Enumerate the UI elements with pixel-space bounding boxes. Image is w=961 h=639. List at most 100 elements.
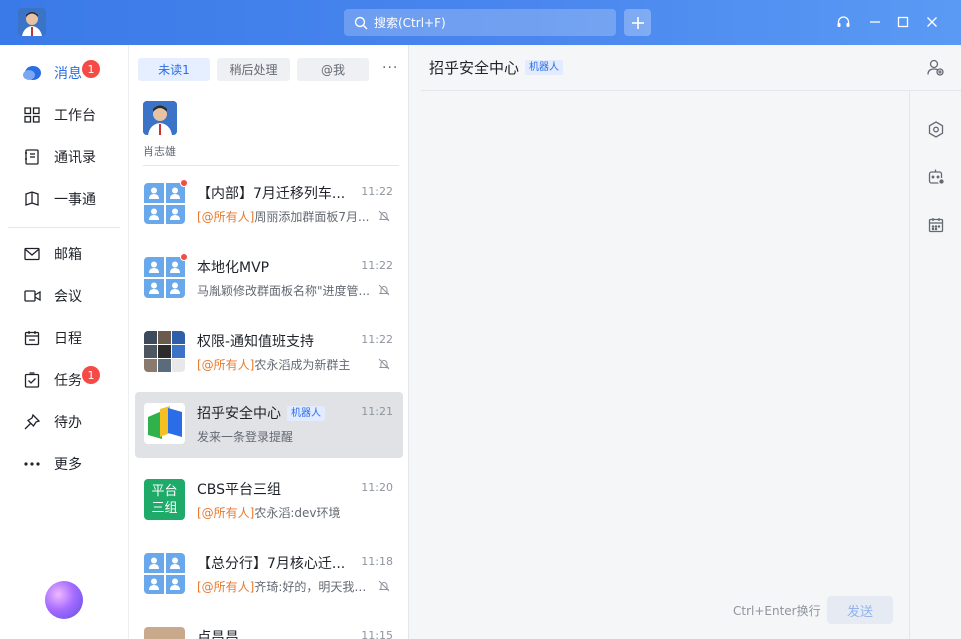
send-button[interactable]: 发送 <box>827 596 893 624</box>
filter-later[interactable]: 稍后处理 <box>217 58 290 81</box>
more-options-icon[interactable]: ··· <box>382 60 398 76</box>
input-hint: Ctrl+Enter换行 <box>733 604 821 618</box>
user-avatar[interactable] <box>18 8 46 36</box>
unread-dot <box>180 253 188 261</box>
mail-icon <box>22 244 42 264</box>
conversation-name: 招乎安全中心 机器人 <box>197 403 365 423</box>
ai-assistant-icon[interactable] <box>45 581 83 619</box>
conversation-item[interactable]: 【总分行】7月核心迁... 11:18 [@所有人]齐琦:好的，明天我们... <box>135 542 403 608</box>
maximize-button[interactable] <box>893 12 913 32</box>
bot-settings-icon[interactable] <box>926 167 946 187</box>
more-dots-icon <box>22 454 42 474</box>
sidebar-item-label: 工作台 <box>54 108 96 124</box>
group-photo-avatar <box>144 331 185 372</box>
checklist-icon <box>22 370 42 390</box>
mention-tag: [@所有人] <box>197 580 255 594</box>
sidebar-item-label: 日程 <box>54 331 82 347</box>
unread-badge: 1 <box>82 60 100 78</box>
pinned-contact[interactable]: 肖志雄 <box>143 101 183 159</box>
conversation-name: 【总分行】7月核心迁... <box>197 556 346 572</box>
calendar-icon[interactable] <box>926 215 946 235</box>
conversation-item[interactable]: 权限-通知值班支持 11:22 [@所有人]农永滔成为新群主 <box>135 320 403 386</box>
preview-text: 周丽添加群面板7月... <box>254 210 370 224</box>
filter-mentions[interactable]: @我 <box>297 58 369 81</box>
sidebar-item-label: 通讯录 <box>54 150 96 166</box>
sidebar-item-label: 会议 <box>54 289 82 305</box>
mention-tag: [@所有人] <box>197 506 255 520</box>
conversation-item[interactable]: 平台 三组 CBS平台三组 11:20 [@所有人]农永滔:dev环境 <box>135 468 403 534</box>
sidebar-item-more[interactable]: 更多 <box>0 443 128 485</box>
calendar-icon <box>22 328 42 348</box>
group-text-avatar: 平台 三组 <box>144 479 185 520</box>
sidebar-item-label: 消息 <box>54 66 82 82</box>
group-avatar <box>144 183 185 224</box>
tasks-badge: 1 <box>82 366 100 384</box>
book-icon <box>22 189 42 209</box>
chat-bubble-icon <box>22 63 42 83</box>
group-avatar <box>144 553 185 594</box>
mute-bell-icon <box>378 284 390 296</box>
title-bar: 搜索(Ctrl+F) <box>0 0 961 45</box>
mention-tag: [@所有人] <box>197 210 255 224</box>
support-headset-icon[interactable] <box>833 12 853 32</box>
unread-dot <box>180 179 188 187</box>
divider <box>143 165 399 166</box>
conversation-preview: 马胤颖修改群面板名称"进度管... <box>197 282 372 299</box>
chat-header: 招乎安全中心 机器人 <box>421 45 909 91</box>
group-avatar <box>144 257 185 298</box>
avatar <box>143 101 177 135</box>
pinned-contact-name: 肖志雄 <box>143 145 176 158</box>
preview-text: 马胤颖修改群面板名称"进度管... <box>197 284 370 298</box>
conversation-time: 11:18 <box>361 555 393 568</box>
chat-panel: 招乎安全中心 机器人 Ctrl+Enter换行 发送 <box>409 45 909 639</box>
conversation-preview: [@所有人]周丽添加群面板7月... <box>197 208 372 225</box>
conversation-item[interactable]: 招乎安全中心 机器人 11:21 发来一条登录提醒 <box>135 392 403 458</box>
sidebar-item-tasks[interactable]: 任务 <box>0 359 128 401</box>
preview-text: 农永滔:dev环境 <box>254 506 341 520</box>
chat-title: 招乎安全中心 <box>429 59 520 77</box>
grid-icon <box>22 105 42 125</box>
sidebar-item-yishitong[interactable]: 一事通 <box>0 178 128 220</box>
search-input[interactable]: 搜索(Ctrl+F) <box>344 9 616 36</box>
mention-tag: [@所有人] <box>197 358 255 372</box>
sidebar-item-workbench[interactable]: 工作台 <box>0 94 128 136</box>
sidebar-item-label: 任务 <box>54 373 82 389</box>
conversation-time: 11:22 <box>361 185 393 198</box>
conversation-name: 权限-通知值班支持 <box>197 334 315 350</box>
conversation-preview: 发来一条登录提醒 <box>197 428 372 445</box>
add-button[interactable] <box>624 9 651 36</box>
sidebar-item-calendar[interactable]: 日程 <box>0 317 128 359</box>
conversation-time: 11:15 <box>361 629 393 639</box>
settings-hexagon-icon[interactable] <box>926 119 946 139</box>
sidebar-item-label: 待办 <box>54 415 82 431</box>
sidebar-item-messages[interactable]: 消息 <box>0 52 128 94</box>
divider <box>8 227 120 228</box>
conversation-item[interactable]: 【内部】7月迁移列车... 11:22 [@所有人]周丽添加群面板7月... <box>135 172 403 238</box>
conversation-time: 11:20 <box>361 481 393 494</box>
conversation-preview: [@所有人]农永滔成为新群主 <box>197 356 372 373</box>
preview-text: 农永滔成为新群主 <box>254 358 351 372</box>
conversation-item[interactable]: 卢昌昌 11:15 <box>135 616 403 639</box>
sidebar-item-todo[interactable]: 待办 <box>0 401 128 443</box>
add-member-icon[interactable] <box>925 57 945 77</box>
conversation-name: 卢昌昌 <box>197 630 239 639</box>
sidebar-item-label: 一事通 <box>54 192 96 208</box>
sidebar-item-mail[interactable]: 邮箱 <box>0 233 128 275</box>
avatar <box>144 627 185 639</box>
sidebar-item-label: 邮箱 <box>54 247 82 263</box>
conversation-list: 未读1 稍后处理 @我 ··· 肖志雄 【内部】7月迁移列车... 11:22 … <box>128 45 409 639</box>
conversation-name: CBS平台三组 <box>197 482 282 498</box>
conversation-time: 11:22 <box>361 259 393 272</box>
sidebar-item-meeting[interactable]: 会议 <box>0 275 128 317</box>
conversation-time: 11:21 <box>361 405 393 418</box>
minimize-button[interactable] <box>865 12 885 32</box>
sidebar-item-contacts[interactable]: 通讯录 <box>0 136 128 178</box>
security-center-logo <box>144 403 185 444</box>
conversation-item[interactable]: 本地化MVP 11:22 马胤颖修改群面板名称"进度管... <box>135 246 403 312</box>
close-button[interactable] <box>922 12 942 32</box>
bot-tag: 机器人 <box>287 406 325 421</box>
conversation-name: 本地化MVP <box>197 260 270 276</box>
preview-text: 发来一条登录提醒 <box>197 430 294 444</box>
filter-unread[interactable]: 未读1 <box>138 58 210 81</box>
right-toolbar-header <box>909 45 961 91</box>
